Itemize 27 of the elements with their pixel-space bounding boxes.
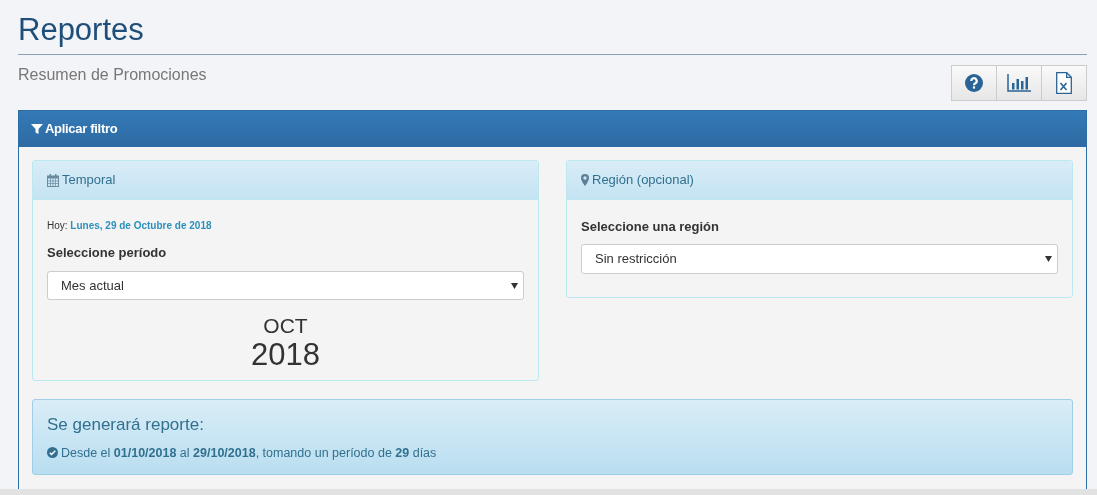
export-button[interactable] <box>1041 65 1087 101</box>
spreadsheet-file-icon <box>1056 72 1072 94</box>
region-select[interactable]: Sin restricción <box>581 244 1058 274</box>
period-select[interactable]: Mes actual <box>47 271 524 300</box>
today-label: Hoy: <box>47 220 68 231</box>
month-label: OCT <box>263 315 308 337</box>
field-label: Seleccione una región <box>581 218 719 236</box>
report-range-text: Desde el 01/10/2018 al 29/10/2018, tomando un período de 29 días <box>61 444 437 462</box>
card-title: Región (opcional) <box>592 171 694 190</box>
filter-icon <box>31 123 43 135</box>
calendar-icon <box>47 173 59 187</box>
filter-panel-header: Aplicar filtro <box>31 119 118 139</box>
field-label: Seleccione período <box>47 244 167 262</box>
year-label: 2018 <box>251 337 320 373</box>
card-title: Temporal <box>62 171 116 190</box>
page-title: Reportes <box>18 11 144 49</box>
help-button[interactable] <box>951 65 997 101</box>
bar-chart-icon <box>1007 74 1031 92</box>
caret-icon <box>511 282 518 289</box>
check-circle-icon <box>47 447 58 459</box>
help-icon <box>965 74 983 92</box>
page-subtitle: Resumen de Promociones <box>18 65 207 85</box>
alert-title: Se generará reporte: <box>47 414 204 436</box>
caret-icon <box>1045 256 1052 262</box>
today-date: Lunes, 29 de Octubre de 2018 <box>70 220 212 231</box>
chart-button[interactable] <box>996 65 1042 101</box>
map-pin-icon <box>581 174 589 186</box>
